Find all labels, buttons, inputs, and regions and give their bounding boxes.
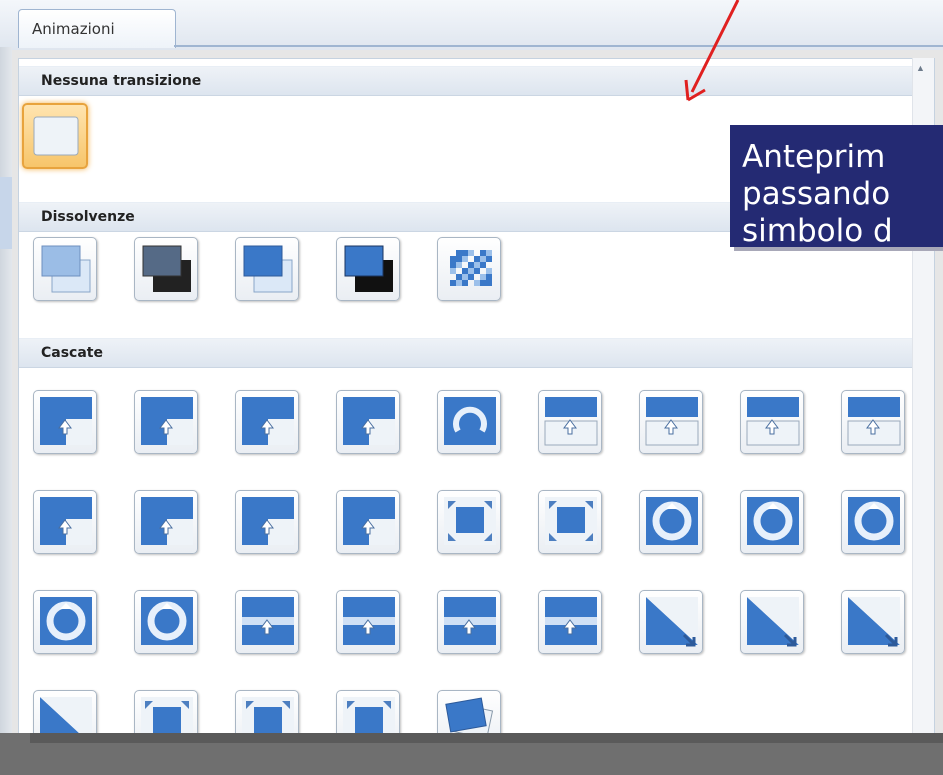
push-down-icon [544, 397, 598, 446]
wheel-1-transition-button[interactable] [639, 490, 703, 554]
newsflash-icon [444, 397, 496, 445]
newsflash-transition-button[interactable] [437, 390, 501, 454]
split-vertical-out-transition-button[interactable] [538, 590, 602, 654]
push-left-icon [645, 397, 699, 446]
cut-icon [243, 245, 293, 293]
section-header-wipes: Cascate [19, 338, 934, 368]
split-horizontal-in-transition-button[interactable] [235, 590, 299, 654]
wheel-4-transition-button[interactable] [33, 590, 97, 654]
cover-left-up-icon [141, 497, 193, 545]
blank-slide-transition-button[interactable] [22, 103, 88, 169]
dissolve-icon [450, 250, 492, 286]
push-down-transition-button[interactable] [538, 390, 602, 454]
cover-right-up-icon [343, 497, 395, 545]
split-vertical-in-transition-button[interactable] [437, 590, 501, 654]
wheel-3-icon [848, 497, 900, 545]
cover-down-icon [40, 397, 92, 445]
cover-right-up-transition-button[interactable] [336, 490, 400, 554]
split-vertical-in-icon [444, 597, 496, 645]
cut-transition-button[interactable] [235, 237, 299, 301]
push-right-transition-button[interactable] [740, 390, 804, 454]
wheel-2-icon [747, 497, 799, 545]
split-horizontal-in-icon [242, 597, 294, 645]
strips-left-up-icon [747, 597, 799, 647]
fade-smoothly-icon [41, 245, 91, 293]
wheel-3-transition-button[interactable] [841, 490, 905, 554]
shape-out-transition-button[interactable] [538, 490, 602, 554]
shape-in-transition-button[interactable] [437, 490, 501, 554]
push-right-icon [746, 397, 800, 446]
wheel-4-icon [40, 597, 92, 645]
wheel-8-transition-button[interactable] [134, 590, 198, 654]
strips-left-down-icon [646, 597, 698, 647]
fade-smoothly-transition-button[interactable] [33, 237, 97, 301]
push-up-transition-button[interactable] [841, 390, 905, 454]
cover-right-down-transition-button[interactable] [235, 490, 299, 554]
pointer-arrow-icon [684, 0, 740, 102]
dissolve-transition-button[interactable] [437, 237, 501, 301]
strips-left-down-transition-button[interactable] [639, 590, 703, 654]
strips-left-up-transition-button[interactable] [740, 590, 804, 654]
cover-up-transition-button[interactable] [336, 390, 400, 454]
cut-through-black-transition-button[interactable] [336, 237, 400, 301]
left-edge [0, 47, 12, 775]
shape-in-icon [444, 497, 496, 545]
strips-right-down-icon [848, 597, 900, 647]
callout-line-3: simbolo d [742, 213, 893, 249]
split-horizontal-out-icon [343, 597, 395, 645]
callout-line-2: passando [742, 176, 891, 212]
strips-right-down-transition-button[interactable] [841, 590, 905, 654]
cover-up-icon [343, 397, 395, 445]
section-title: Dissolvenze [41, 209, 135, 225]
bottom-bar [0, 733, 943, 775]
push-left-transition-button[interactable] [639, 390, 703, 454]
cover-down-transition-button[interactable] [33, 390, 97, 454]
split-vertical-out-icon [545, 597, 597, 645]
cover-right-icon [242, 397, 294, 445]
split-horizontal-out-transition-button[interactable] [336, 590, 400, 654]
fade-through-black-transition-button[interactable] [134, 237, 198, 301]
wheel-1-icon [646, 497, 698, 545]
left-edge-highlight [0, 177, 12, 249]
wheel-2-transition-button[interactable] [740, 490, 804, 554]
section-title: Cascate [41, 345, 103, 361]
shape-out-icon [545, 497, 597, 545]
cover-left-icon [141, 397, 193, 445]
cover-right-transition-button[interactable] [235, 390, 299, 454]
blank-slide-icon [33, 116, 79, 156]
cover-left-up-transition-button[interactable] [134, 490, 198, 554]
tooltip-callout: Anteprim passando simbolo d [730, 125, 943, 249]
fade-through-black-icon [142, 245, 191, 292]
cover-right-down-icon [242, 497, 294, 545]
callout-line-1: Anteprim [742, 139, 886, 175]
cut-through-black-icon [344, 245, 393, 292]
cover-left-transition-button[interactable] [134, 390, 198, 454]
push-up-icon [847, 397, 901, 446]
cover-left-down-transition-button[interactable] [33, 490, 97, 554]
wheel-8-icon [141, 597, 193, 645]
cover-left-down-icon [40, 497, 92, 545]
